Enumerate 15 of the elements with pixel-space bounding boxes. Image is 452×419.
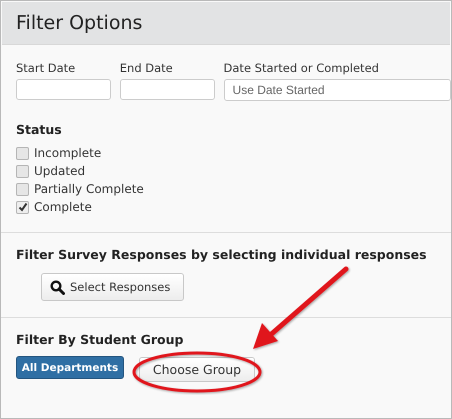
section-heading: Filter Survey Responses by selecting individual responses	[16, 247, 428, 262]
section-heading: Status	[16, 122, 63, 137]
checkbox-label: Complete	[34, 200, 92, 214]
panel-title: Filter Options	[16, 12, 142, 34]
choose-group-button[interactable]: Choose Group	[139, 357, 255, 382]
breadcrumb-item[interactable]: All Departments	[16, 356, 124, 379]
select-responses-button[interactable]: Select Responses	[41, 273, 184, 301]
field-label: Start Date	[16, 61, 76, 75]
checkbox-label: Incomplete	[34, 146, 102, 160]
section-heading: Filter By Student Group	[16, 332, 184, 347]
field-label: End Date	[120, 61, 174, 75]
field-label: Date Started or Completed	[224, 61, 380, 75]
checkbox-label: Partially Complete	[34, 182, 144, 196]
checkbox-label: Updated	[34, 164, 86, 178]
date-type-dropdown[interactable]: Use Date Started	[224, 79, 451, 101]
